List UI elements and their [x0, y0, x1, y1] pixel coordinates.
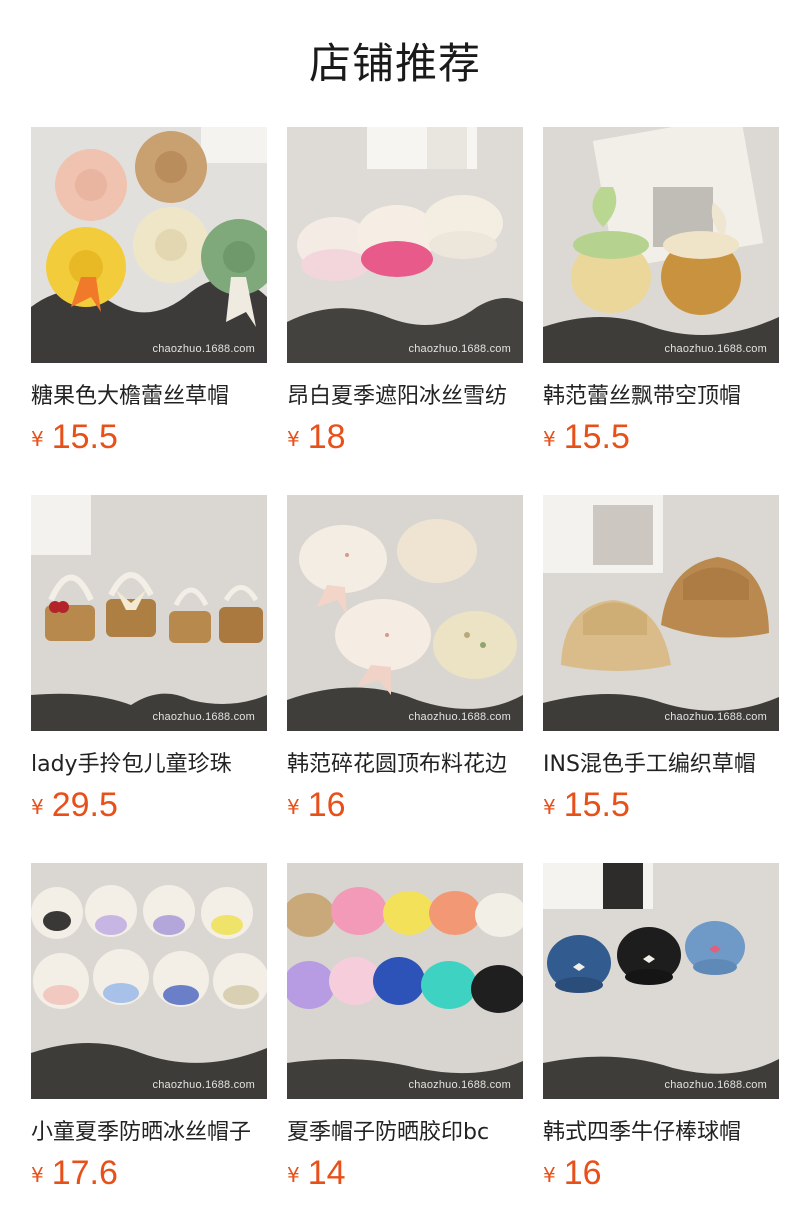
currency-symbol: ¥: [287, 1163, 300, 1187]
watermark-text: chaozhuo.1688.com: [408, 711, 511, 723]
price-value: 29.5: [51, 786, 118, 824]
product-card[interactable]: chaozhuo.1688.com 韩式四季牛仔棒球帽 ¥16: [543, 863, 779, 1192]
product-name[interactable]: 夏季帽子防晒胶印bc: [287, 1117, 523, 1149]
product-price: ¥15.5: [31, 417, 118, 457]
currency-symbol: ¥: [31, 795, 44, 819]
product-name[interactable]: INS混色手工编织草帽: [543, 749, 779, 781]
watermark-text: chaozhuo.1688.com: [408, 343, 511, 355]
kids-visor-hats-image: [31, 863, 267, 1099]
currency-symbol: ¥: [543, 795, 556, 819]
product-price: ¥16: [543, 1153, 602, 1193]
product-card[interactable]: chaozhuo.1688.com lady手拎包儿童珍珠 ¥29.5: [31, 495, 267, 824]
product-name[interactable]: 韩范碎花圆顶布料花边: [287, 749, 523, 781]
product-thumbnail[interactable]: chaozhuo.1688.com: [543, 495, 779, 731]
product-price: ¥29.5: [31, 785, 118, 825]
watermark-text: chaozhuo.1688.com: [408, 1079, 511, 1091]
store-recommendations-page: 店铺推荐 chaozhuo.1688.com 糖果色大檐蕾丝草帽 ¥ 15.5 …: [0, 0, 790, 1232]
watermark-text: chaozhuo.1688.com: [152, 711, 255, 723]
product-thumbnail[interactable]: chaozhuo.1688.com: [543, 127, 779, 363]
product-card[interactable]: chaozhuo.1688.com 小童夏季防晒冰丝帽子 ¥17.6: [31, 863, 267, 1192]
price-value: 15.5: [51, 418, 118, 456]
watermark-text: chaozhuo.1688.com: [152, 343, 255, 355]
product-card[interactable]: chaozhuo.1688.com 糖果色大檐蕾丝草帽 ¥15.5: [31, 127, 267, 456]
pearl-basket-bags-image: [31, 495, 267, 731]
product-name[interactable]: 韩式四季牛仔棒球帽: [543, 1117, 779, 1149]
knit-bucket-hats-image: [543, 495, 779, 731]
currency-symbol: ¥: [543, 1163, 556, 1187]
currency-symbol: ¥: [287, 427, 300, 451]
watermark-text: chaozhuo.1688.com: [664, 711, 767, 723]
product-thumbnail[interactable]: chaozhuo.1688.com: [287, 495, 523, 731]
floral-bonnet-hats-image: [287, 495, 523, 731]
currency-symbol: ¥: [31, 1163, 44, 1187]
product-card[interactable]: chaozhuo.1688.com 昂白夏季遮阳冰丝雪纺 ¥18: [287, 127, 523, 456]
product-price: ¥16: [287, 785, 346, 825]
product-name[interactable]: 糖果色大檐蕾丝草帽: [31, 381, 267, 413]
product-name[interactable]: lady手拎包儿童珍珠: [31, 749, 267, 781]
price-value: 18: [307, 418, 346, 456]
watermark-text: chaozhuo.1688.com: [664, 1079, 767, 1091]
product-price: ¥14: [287, 1153, 346, 1193]
product-thumbnail[interactable]: chaozhuo.1688.com: [31, 863, 267, 1099]
product-price: ¥17.6: [31, 1153, 118, 1193]
currency-symbol: ¥: [287, 795, 300, 819]
product-thumbnail[interactable]: chaozhuo.1688.com: [287, 127, 523, 363]
product-name[interactable]: 小童夏季防晒冰丝帽子: [31, 1117, 267, 1149]
watermark-text: chaozhuo.1688.com: [152, 1079, 255, 1091]
product-grid: chaozhuo.1688.com 糖果色大檐蕾丝草帽 ¥15.5 chaozh…: [31, 127, 779, 1192]
product-thumbnail[interactable]: chaozhuo.1688.com: [31, 495, 267, 731]
denim-baseball-caps-image: [543, 863, 779, 1099]
product-card[interactable]: chaozhuo.1688.com 韩范碎花圆顶布料花边 ¥16: [287, 495, 523, 824]
currency-symbol: ¥: [543, 427, 556, 451]
product-thumbnail[interactable]: chaozhuo.1688.com: [543, 863, 779, 1099]
price-value: 16: [563, 1154, 602, 1192]
straw-sun-hats-image: [31, 127, 267, 363]
colorful-baseball-caps-image: [287, 863, 523, 1099]
product-card[interactable]: chaozhuo.1688.com 韩范蕾丝飘带空顶帽 ¥15.5: [543, 127, 779, 456]
currency-symbol: ¥: [31, 427, 44, 451]
lace-visor-hats-image: [543, 127, 779, 363]
price-value: 15.5: [563, 786, 630, 824]
watermark-text: chaozhuo.1688.com: [664, 343, 767, 355]
product-thumbnail[interactable]: chaozhuo.1688.com: [287, 863, 523, 1099]
price-value: 15.5: [563, 418, 630, 456]
product-price: ¥15.5: [543, 417, 630, 457]
ruffle-visor-hats-image: [287, 127, 523, 363]
price-value: 14: [307, 1154, 346, 1192]
product-price: ¥15.5: [543, 785, 630, 825]
product-price: ¥18: [287, 417, 346, 457]
product-name[interactable]: 昂白夏季遮阳冰丝雪纺: [287, 381, 523, 413]
product-card[interactable]: chaozhuo.1688.com INS混色手工编织草帽 ¥15.5: [543, 495, 779, 824]
product-thumbnail[interactable]: chaozhuo.1688.com: [31, 127, 267, 363]
price-value: 17.6: [51, 1154, 118, 1192]
product-card[interactable]: chaozhuo.1688.com 夏季帽子防晒胶印bc ¥14: [287, 863, 523, 1192]
product-name[interactable]: 韩范蕾丝飘带空顶帽: [543, 381, 779, 413]
price-value: 16: [307, 786, 346, 824]
section-title: 店铺推荐: [308, 39, 481, 88]
